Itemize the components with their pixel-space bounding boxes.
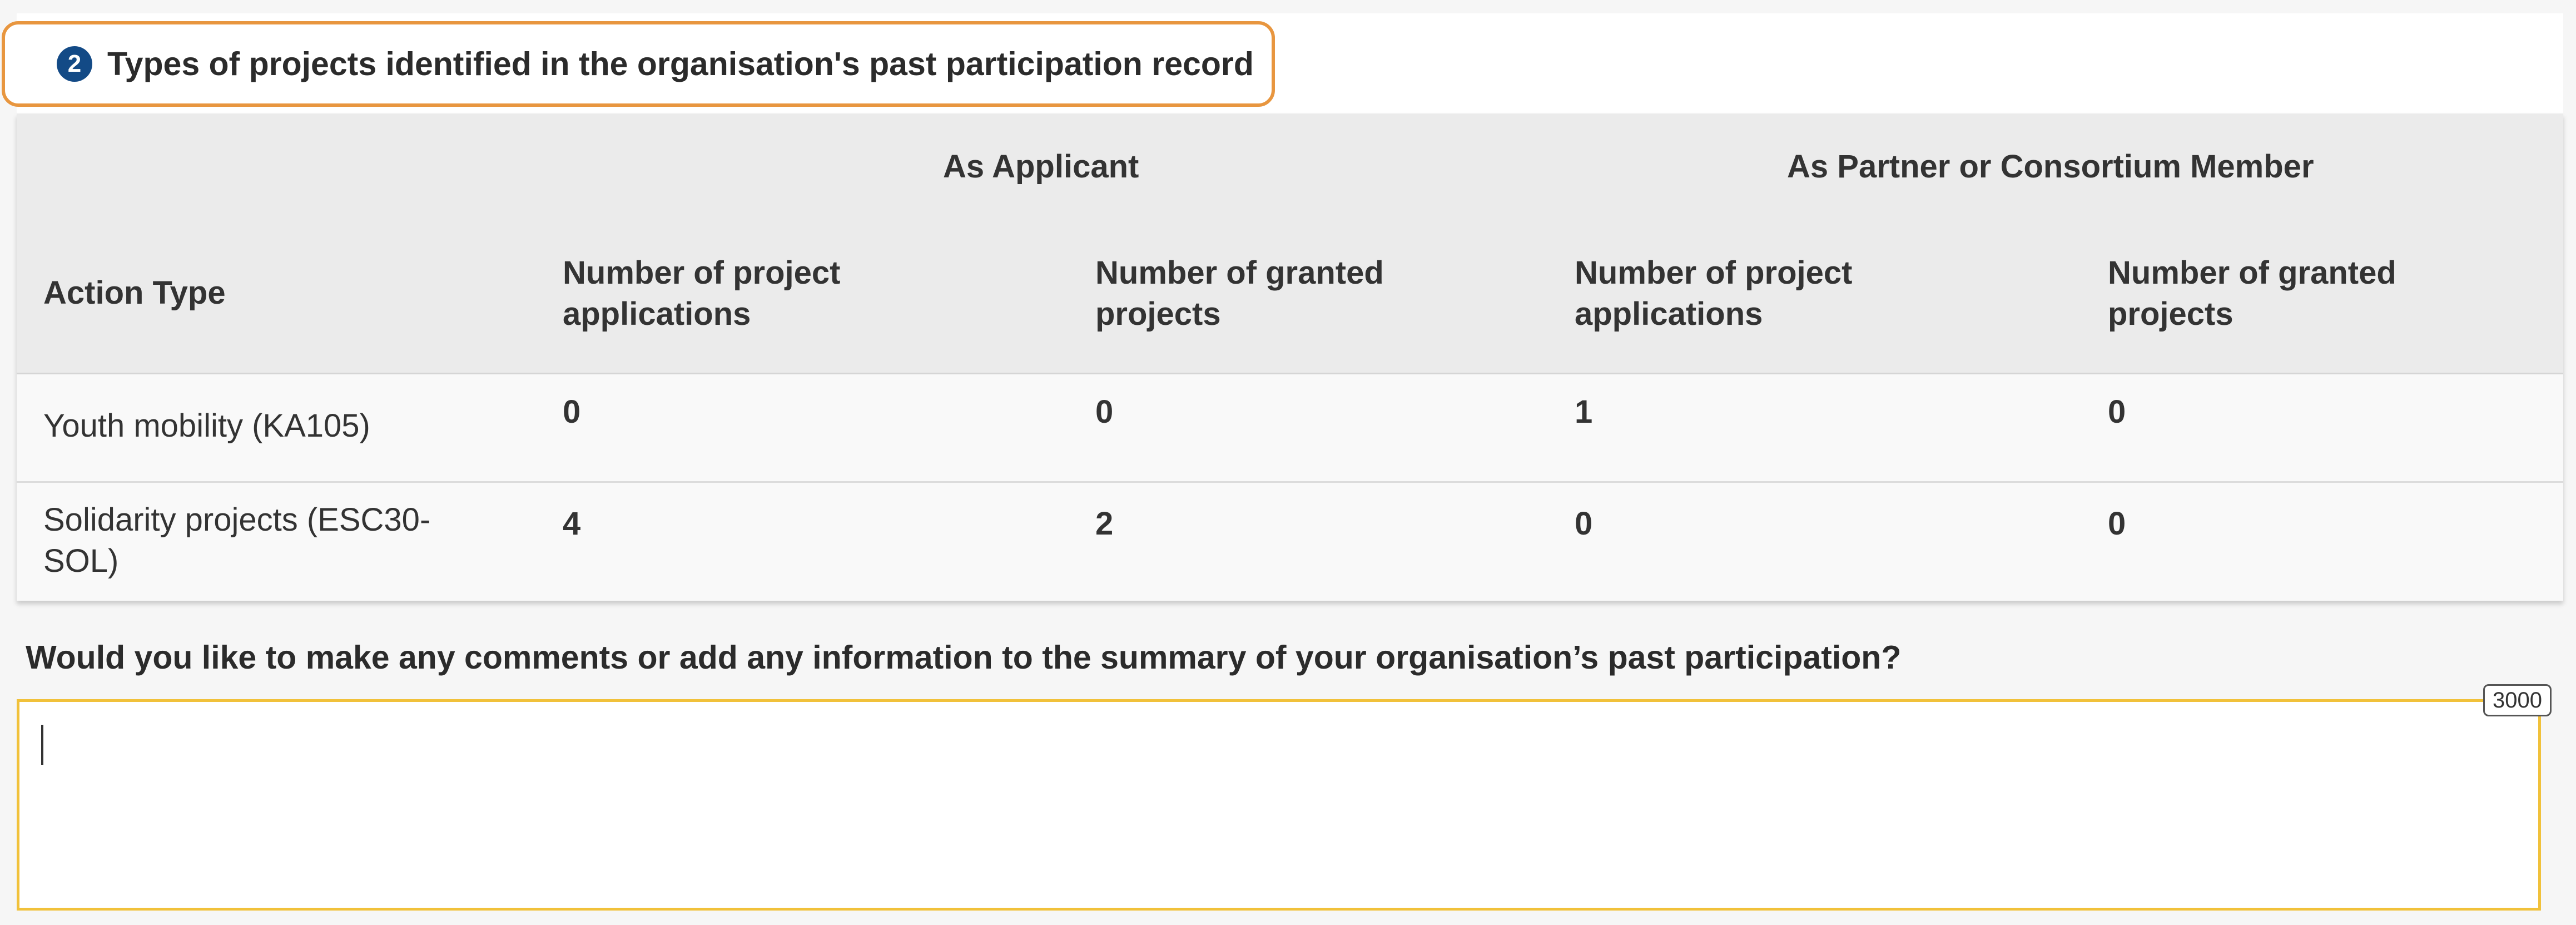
- applicant-applications-cell: 4: [563, 506, 581, 542]
- group-header-applicant: As Applicant: [943, 149, 1139, 185]
- past-participation-page: 2 Types of projects identified in the or…: [0, 0, 2576, 925]
- action-type-cell: Youth mobility (KA105): [43, 408, 370, 444]
- column-header-applicant-granted: Number of granted projects: [1095, 255, 1384, 332]
- table-row: Youth mobility (KA105) 0 0 1 0: [17, 374, 2563, 483]
- table-row: Solidarity projects (ESC30-SOL) 4 2 0 0: [17, 483, 2563, 601]
- partner-applications-cell: 0: [1575, 506, 1593, 542]
- step-number-badge: 2: [57, 46, 92, 82]
- column-header-partner-applications: Number of project applications: [1575, 255, 1853, 332]
- text-cursor: [41, 725, 43, 765]
- applicant-granted-cell: 0: [1095, 394, 1114, 430]
- section-title-box: 2 Types of projects identified in the or…: [2, 21, 1275, 107]
- section-title: Types of projects identified in the orga…: [107, 46, 1254, 82]
- comments-question-label: Would you like to make any comments or a…: [26, 639, 1902, 676]
- applicant-applications-cell: 0: [563, 394, 581, 430]
- group-header-partner: As Partner or Consortium Member: [1787, 149, 2314, 185]
- participation-table: As Applicant As Partner or Consortium Me…: [17, 113, 2563, 601]
- table-header: As Applicant As Partner or Consortium Me…: [17, 113, 2563, 374]
- column-header-applicant-applications: Number of project applications: [563, 255, 841, 332]
- partner-applications-cell: 1: [1575, 394, 1593, 430]
- column-header-partner-granted: Number of granted projects: [2108, 255, 2396, 332]
- character-limit-counter: 3000: [2483, 684, 2552, 716]
- comments-textarea[interactable]: [17, 699, 2541, 911]
- partner-granted-cell: 0: [2108, 394, 2126, 430]
- partner-granted-cell: 0: [2108, 506, 2126, 542]
- action-type-cell: Solidarity projects (ESC30-SOL): [43, 502, 431, 579]
- column-header-action-type: Action Type: [43, 275, 226, 311]
- applicant-granted-cell: 2: [1095, 506, 1114, 542]
